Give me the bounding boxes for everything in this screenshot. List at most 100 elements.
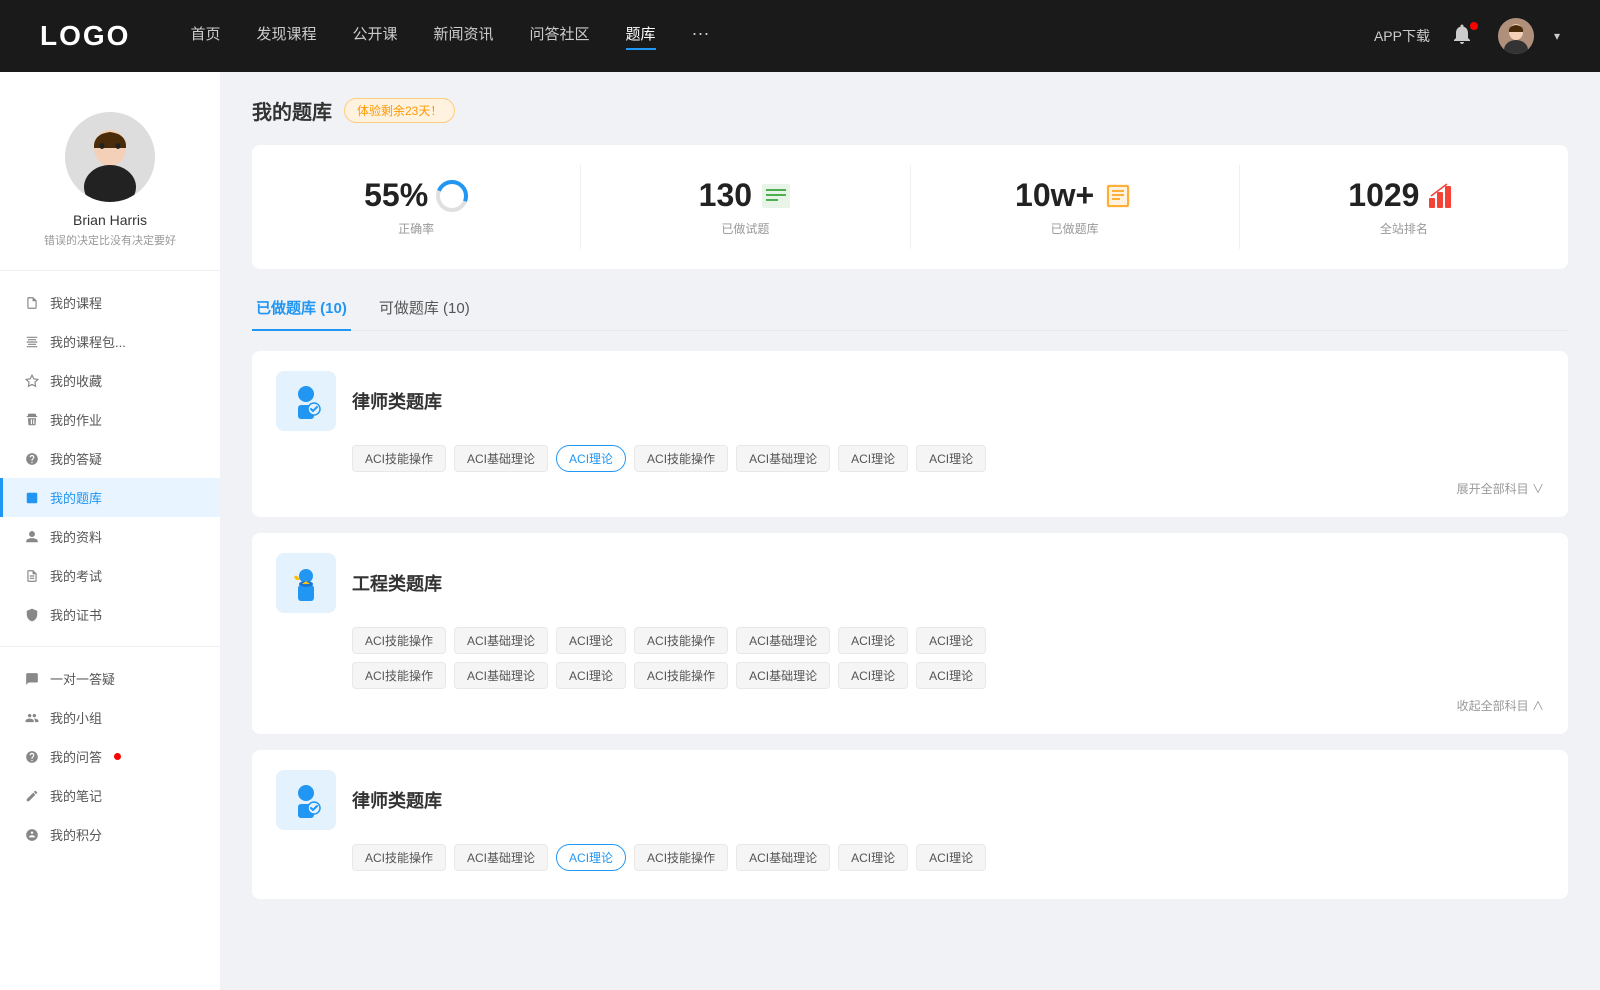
stat-label-rank: 全站排名 [1380, 220, 1428, 237]
nav-home[interactable]: 首页 [190, 23, 220, 50]
sidebar-item-my-profile[interactable]: 我的资料 [0, 517, 220, 556]
category-card-engineer: 工程类题库 ACI技能操作 ACI基础理论 ACI理论 ACI技能操作 ACI基… [252, 533, 1568, 734]
star-icon [24, 373, 40, 389]
tag-eng-1[interactable]: ACI基础理论 [454, 627, 548, 654]
stat-value-done-q: 130 [699, 177, 752, 214]
points-icon [24, 827, 40, 843]
tag-lawyer-1-6[interactable]: ACI理论 [916, 445, 986, 472]
sidebar-item-my-questions[interactable]: 我的题库 [0, 478, 220, 517]
tag-eng-2[interactable]: ACI理论 [556, 627, 626, 654]
sidebar-item-my-packages[interactable]: 我的课程包... [0, 322, 220, 361]
sidebar-item-my-points[interactable]: 我的积分 [0, 815, 220, 854]
questions-icon [24, 490, 40, 506]
tag-lawyer-2-1[interactable]: ACI基础理论 [454, 844, 548, 871]
tag-lawyer-1-5[interactable]: ACI理论 [838, 445, 908, 472]
nav-more[interactable]: ··· [692, 23, 710, 50]
stat-value-rank: 1029 [1348, 177, 1419, 214]
nav-questions[interactable]: 题库 [626, 23, 656, 50]
book-icon [1102, 180, 1134, 212]
tag-eng-5[interactable]: ACI理论 [838, 627, 908, 654]
nav-qa[interactable]: 问答社区 [530, 23, 590, 50]
engineer-icon [276, 553, 336, 613]
expand-link-engineer[interactable]: 收起全部科目 ∧ [276, 697, 1544, 714]
category-card-lawyer-1: 律师类题库 ACI技能操作 ACI基础理论 ACI理论 ACI技能操作 ACI基… [252, 351, 1568, 517]
sidebar-item-my-courses[interactable]: 我的课程 [0, 283, 220, 322]
tag-eng-3[interactable]: ACI技能操作 [634, 627, 728, 654]
notification-bell[interactable] [1450, 22, 1478, 50]
user-avatar[interactable] [1498, 18, 1534, 54]
sidebar-label-my-packages: 我的课程包... [50, 332, 126, 351]
user-menu-chevron[interactable]: ▾ [1554, 29, 1560, 43]
one-on-one-icon [24, 671, 40, 687]
profile-avatar [65, 112, 155, 202]
tag-eng-r2-1[interactable]: ACI基础理论 [454, 662, 548, 689]
certs-icon [24, 607, 40, 623]
notification-dot [1470, 22, 1478, 30]
profile-section: Brian Harris 错误的决定比没有决定要好 [0, 92, 220, 258]
tag-lawyer-2-0[interactable]: ACI技能操作 [352, 844, 446, 871]
sidebar-item-my-exams[interactable]: 我的考试 [0, 556, 220, 595]
tag-eng-r2-3[interactable]: ACI技能操作 [634, 662, 728, 689]
sidebar-item-my-answers[interactable]: 我的问答 [0, 737, 220, 776]
tag-lawyer-2-6[interactable]: ACI理论 [916, 844, 986, 871]
expand-link-lawyer-1[interactable]: 展开全部科目 ∨ [276, 480, 1544, 497]
logo: LOGO [40, 20, 130, 52]
layout: Brian Harris 错误的决定比没有决定要好 我的课程 我的课程包... … [0, 72, 1600, 990]
tab-done[interactable]: 已做题库 (10) [252, 289, 351, 330]
tag-lawyer-1-3[interactable]: ACI技能操作 [634, 445, 728, 472]
category-card-lawyer-2: 律师类题库 ACI技能操作 ACI基础理论 ACI理论 ACI技能操作 ACI基… [252, 750, 1568, 899]
tag-eng-6[interactable]: ACI理论 [916, 627, 986, 654]
sidebar-divider-2 [0, 646, 220, 647]
page-header: 我的题库 体验剩余23天！ [252, 96, 1568, 125]
stat-done-sets: 10w+ 已做题库 [911, 165, 1240, 249]
sidebar-item-my-qa[interactable]: 我的答疑 [0, 439, 220, 478]
answers-icon [24, 749, 40, 765]
tags-row-lawyer-1: ACI技能操作 ACI基础理论 ACI理论 ACI技能操作 ACI基础理论 AC… [276, 445, 1544, 472]
nav-links: 首页 发现课程 公开课 新闻资讯 问答社区 题库 ··· [190, 23, 1374, 50]
sidebar-item-my-notes[interactable]: 我的笔记 [0, 776, 220, 815]
tag-lawyer-2-2[interactable]: ACI理论 [556, 844, 626, 871]
tag-eng-r2-4[interactable]: ACI基础理论 [736, 662, 830, 689]
list-icon [760, 180, 792, 212]
tag-eng-r2-5[interactable]: ACI理论 [838, 662, 908, 689]
sidebar-label-my-profile: 我的资料 [50, 527, 102, 546]
sidebar-label-my-qa: 我的答疑 [50, 449, 102, 468]
tag-lawyer-2-4[interactable]: ACI基础理论 [736, 844, 830, 871]
sidebar-item-my-favorites[interactable]: 我的收藏 [0, 361, 220, 400]
sidebar-label-my-questions: 我的题库 [50, 488, 102, 507]
sidebar-item-my-homework[interactable]: 我的作业 [0, 400, 220, 439]
page-title: 我的题库 [252, 96, 332, 125]
tag-eng-4[interactable]: ACI基础理论 [736, 627, 830, 654]
tag-lawyer-1-1[interactable]: ACI基础理论 [454, 445, 548, 472]
sidebar-label-my-exams: 我的考试 [50, 566, 102, 585]
tags-row-engineer-1: ACI技能操作 ACI基础理论 ACI理论 ACI技能操作 ACI基础理论 AC… [276, 627, 1544, 654]
qa-icon [24, 451, 40, 467]
tag-lawyer-1-0[interactable]: ACI技能操作 [352, 445, 446, 472]
app-download-link[interactable]: APP下载 [1374, 26, 1430, 46]
nav-open-course[interactable]: 公开课 [352, 23, 397, 50]
tab-available[interactable]: 可做题库 (10) [375, 289, 474, 330]
sidebar-label-my-points: 我的积分 [50, 825, 102, 844]
sidebar-item-my-groups[interactable]: 我的小组 [0, 698, 220, 737]
stat-done-questions: 130 已做试题 [581, 165, 910, 249]
tag-lawyer-2-3[interactable]: ACI技能操作 [634, 844, 728, 871]
tag-eng-r2-0[interactable]: ACI技能操作 [352, 662, 446, 689]
tag-lawyer-2-5[interactable]: ACI理论 [838, 844, 908, 871]
stat-label-done-s: 已做题库 [1051, 220, 1099, 237]
navbar: LOGO 首页 发现课程 公开课 新闻资讯 问答社区 题库 ··· APP下载 … [0, 0, 1600, 72]
homework-icon [24, 412, 40, 428]
sidebar-item-one-on-one[interactable]: 一对一答疑 [0, 659, 220, 698]
tag-eng-r2-2[interactable]: ACI理论 [556, 662, 626, 689]
profile-motto: 错误的决定比没有决定要好 [44, 232, 176, 248]
tag-eng-r2-6[interactable]: ACI理论 [916, 662, 986, 689]
lawyer-icon-2 [276, 770, 336, 830]
stat-value-done-s: 10w+ [1015, 177, 1094, 214]
tag-eng-0[interactable]: ACI技能操作 [352, 627, 446, 654]
tag-lawyer-1-2[interactable]: ACI理论 [556, 445, 626, 472]
nav-discover[interactable]: 发现课程 [256, 23, 316, 50]
sidebar-item-my-certs[interactable]: 我的证书 [0, 595, 220, 634]
nav-news[interactable]: 新闻资讯 [434, 23, 494, 50]
profile-name: Brian Harris [73, 212, 147, 228]
sidebar-label-my-certs: 我的证书 [50, 605, 102, 624]
tag-lawyer-1-4[interactable]: ACI基础理论 [736, 445, 830, 472]
